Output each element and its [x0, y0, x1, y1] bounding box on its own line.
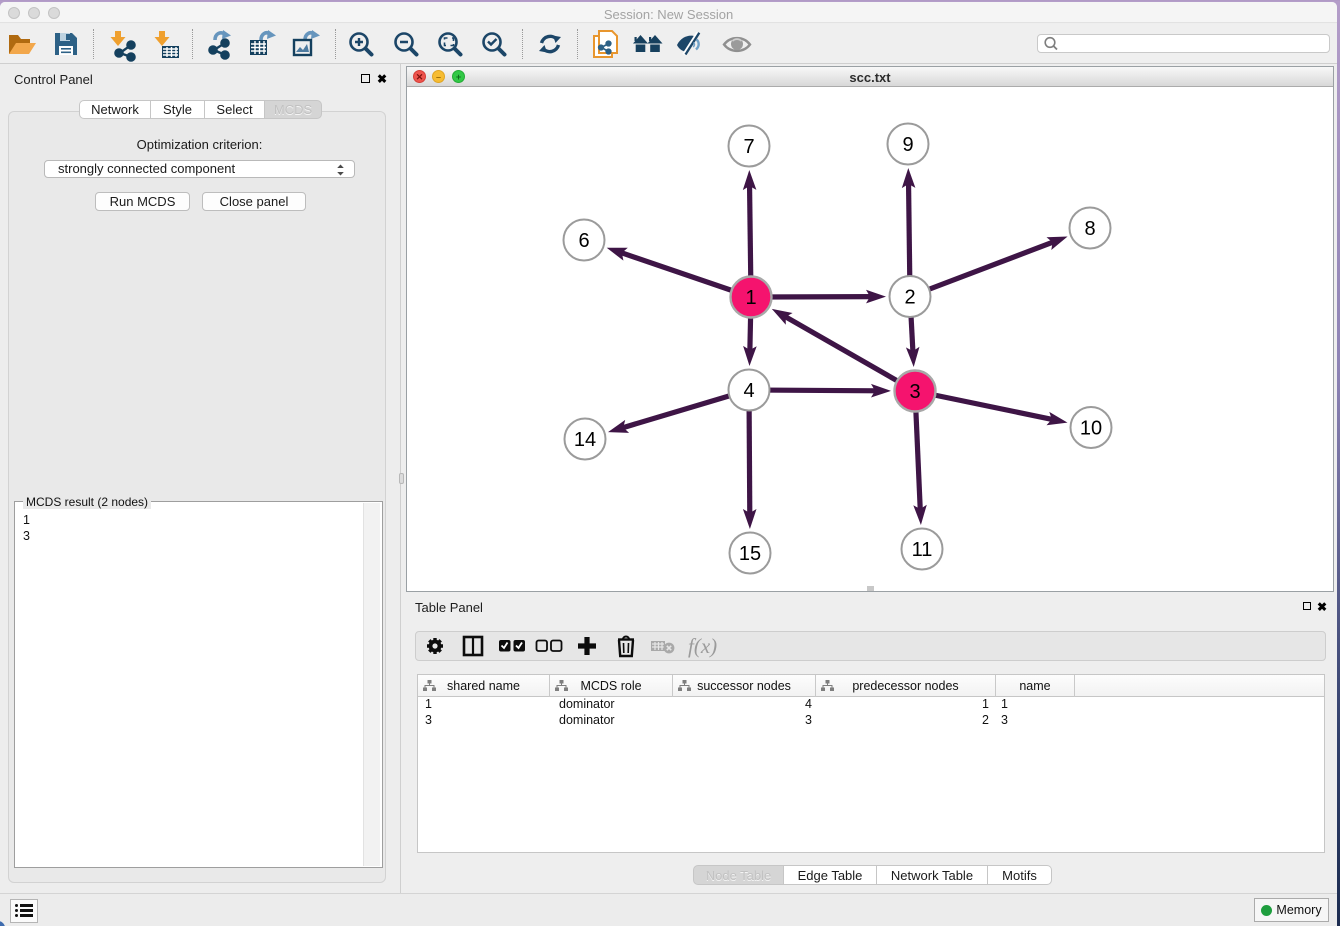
svg-text:3: 3	[909, 381, 920, 403]
svg-text:1: 1	[745, 287, 756, 309]
svg-text:10: 10	[1080, 418, 1102, 440]
svg-text:2: 2	[904, 287, 915, 309]
svg-text:9: 9	[902, 134, 913, 156]
svg-text:7: 7	[743, 136, 754, 158]
svg-text:4: 4	[743, 380, 754, 402]
svg-text:f(x): f(x)	[688, 634, 717, 658]
svg-text:15: 15	[739, 543, 761, 565]
svg-text:14: 14	[574, 429, 596, 451]
svg-text:11: 11	[912, 539, 933, 561]
svg-text:8: 8	[1084, 218, 1095, 240]
svg-text:6: 6	[578, 230, 589, 252]
